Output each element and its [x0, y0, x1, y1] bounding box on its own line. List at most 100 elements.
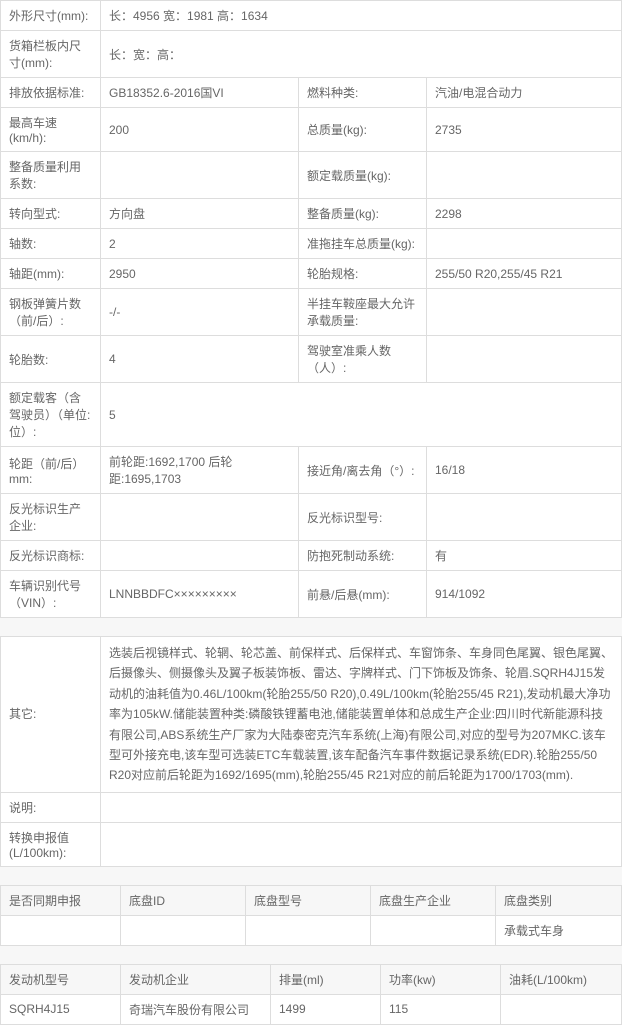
- spec-label: 轮胎规格:: [299, 259, 427, 289]
- spec-label: 总质量(kg):: [299, 108, 427, 152]
- engine-cell: 奇瑞汽车股份有限公司: [121, 994, 271, 1024]
- spec-label: 整备质量(kg):: [299, 199, 427, 229]
- table-row: 轴距(mm):2950轮胎规格:255/50 R20,255/45 R21: [1, 259, 622, 289]
- spec-label: 额定载质量(kg):: [299, 152, 427, 199]
- notes-desc-value: [101, 792, 622, 822]
- spec-value: 4: [101, 336, 299, 383]
- chassis-cell: [121, 915, 246, 945]
- engine-cell: 1499: [271, 994, 381, 1024]
- table-header-row: 是否同期申报 底盘ID 底盘型号 底盘生产企业 底盘类别: [1, 885, 622, 915]
- engine-cell: SQRH4J15: [1, 994, 121, 1024]
- spec-value: 长：4956 宽：1981 高：1634: [101, 1, 622, 31]
- spec-value: 16/18: [427, 447, 622, 494]
- spec-label: 整备质量利用系数:: [1, 152, 101, 199]
- section-gap: [0, 867, 622, 885]
- engine-hdr-power: 功率(kw): [381, 964, 501, 994]
- spec-value: 255/50 R20,255/45 R21: [427, 259, 622, 289]
- spec-label: 排放依据标准:: [1, 78, 101, 108]
- table-row: 整备质量利用系数: 额定载质量(kg):: [1, 152, 622, 199]
- notes-other-value: 选装后视镜样式、轮辋、轮芯盖、前保样式、后保样式、车窗饰条、车身同色尾翼、银色尾…: [101, 637, 622, 793]
- spec-value: LNNBBDFC×××××××××: [101, 571, 299, 618]
- spec-label: 防抱死制动系统:: [299, 541, 427, 571]
- table-row: 承载式车身: [1, 915, 622, 945]
- spec-label: 接近角/离去角（°）:: [299, 447, 427, 494]
- spec-label: 轮胎数:: [1, 336, 101, 383]
- spec-value: 有: [427, 541, 622, 571]
- spec-value: [427, 152, 622, 199]
- spec-label: 轴数:: [1, 229, 101, 259]
- table-row: 转向型式:方向盘整备质量(kg):2298: [1, 199, 622, 229]
- notes-other-label: 其它:: [1, 637, 101, 793]
- table-row: 货箱栏板内尺寸(mm):长：宽：高：: [1, 31, 622, 78]
- spec-label: 半挂车鞍座最大允许承载质量:: [299, 289, 427, 336]
- spec-value: 200: [101, 108, 299, 152]
- spec-label: 反光标识商标:: [1, 541, 101, 571]
- spec-value: 前轮距:1692,1700 后轮距:1695,1703: [101, 447, 299, 494]
- spec-label: 准拖挂车总质量(kg):: [299, 229, 427, 259]
- spec-value: [427, 229, 622, 259]
- spec-value: [427, 494, 622, 541]
- table-row: 车辆识别代号（VIN）:LNNBBDFC×××××××××前悬/后悬(mm):9…: [1, 571, 622, 618]
- spec-label: 反光标识型号:: [299, 494, 427, 541]
- spec-value: 方向盘: [101, 199, 299, 229]
- table-row: 说明:: [1, 792, 622, 822]
- spec-label: 外形尺寸(mm):: [1, 1, 101, 31]
- table-row: 反光标识生产企业: 反光标识型号:: [1, 494, 622, 541]
- chassis-cell: 承载式车身: [496, 915, 622, 945]
- table-row: 钢板弹簧片数（前/后）:-/-半挂车鞍座最大允许承载质量:: [1, 289, 622, 336]
- notes-table: 其它:选装后视镜样式、轮辋、轮芯盖、前保样式、后保样式、车窗饰条、车身同色尾翼、…: [0, 636, 622, 867]
- chassis-hdr-type: 底盘类别: [496, 885, 622, 915]
- spec-label: 驾驶室准乘人数（人）:: [299, 336, 427, 383]
- spec-label: 反光标识生产企业:: [1, 494, 101, 541]
- spec-value: 2950: [101, 259, 299, 289]
- chassis-hdr-maker: 底盘生产企业: [371, 885, 496, 915]
- spec-value: [427, 289, 622, 336]
- spec-value: [101, 494, 299, 541]
- spec-label: 前悬/后悬(mm):: [299, 571, 427, 618]
- spec-label: 最高车速(km/h):: [1, 108, 101, 152]
- table-row: 轴数:2准拖挂车总质量(kg):: [1, 229, 622, 259]
- section-gap: [0, 946, 622, 964]
- notes-desc-label: 说明:: [1, 792, 101, 822]
- spec-table: 外形尺寸(mm):长：4956 宽：1981 高：1634 货箱栏板内尺寸(mm…: [0, 0, 622, 618]
- engine-cell: [501, 994, 622, 1024]
- spec-value: 5: [101, 383, 622, 447]
- notes-fuel-value: [101, 822, 622, 866]
- spec-value: 2: [101, 229, 299, 259]
- spec-value: -/-: [101, 289, 299, 336]
- spec-label: 转向型式:: [1, 199, 101, 229]
- spec-value: 汽油/电混合动力: [427, 78, 622, 108]
- engine-cell: 115: [381, 994, 501, 1024]
- spec-label: 轴距(mm):: [1, 259, 101, 289]
- engine-table: 发动机型号 发动机企业 排量(ml) 功率(kw) 油耗(L/100km) SQ…: [0, 964, 622, 1025]
- spec-value: 2735: [427, 108, 622, 152]
- spec-value: 914/1092: [427, 571, 622, 618]
- spec-label: 车辆识别代号（VIN）:: [1, 571, 101, 618]
- table-header-row: 发动机型号 发动机企业 排量(ml) 功率(kw) 油耗(L/100km): [1, 964, 622, 994]
- spec-label: 钢板弹簧片数（前/后）:: [1, 289, 101, 336]
- table-row: 轮胎数:4驾驶室准乘人数（人）:: [1, 336, 622, 383]
- spec-value: [427, 336, 622, 383]
- spec-value: GB18352.6-2016国VI: [101, 78, 299, 108]
- table-row: 排放依据标准:GB18352.6-2016国VI燃料种类:汽油/电混合动力: [1, 78, 622, 108]
- section-gap: [0, 618, 622, 636]
- chassis-table: 是否同期申报 底盘ID 底盘型号 底盘生产企业 底盘类别 承载式车身: [0, 885, 622, 946]
- table-row: SQRH4J15 奇瑞汽车股份有限公司 1499 115: [1, 994, 622, 1024]
- spec-value: [101, 541, 299, 571]
- spec-value: 长：宽：高：: [101, 31, 622, 78]
- spec-label: 货箱栏板内尺寸(mm):: [1, 31, 101, 78]
- spec-label: 额定载客（含驾驶员）（单位:位）:: [1, 383, 101, 447]
- table-row: 反光标识商标: 防抱死制动系统:有: [1, 541, 622, 571]
- spec-value: [101, 152, 299, 199]
- chassis-hdr-id: 底盘ID: [121, 885, 246, 915]
- table-row: 轮距（前/后）mm:前轮距:1692,1700 后轮距:1695,1703接近角…: [1, 447, 622, 494]
- table-row: 最高车速(km/h):200总质量(kg):2735: [1, 108, 622, 152]
- chassis-cell: [246, 915, 371, 945]
- engine-hdr-fuel: 油耗(L/100km): [501, 964, 622, 994]
- chassis-cell: [1, 915, 121, 945]
- table-row: 转换申报值(L/100km):: [1, 822, 622, 866]
- table-row: 其它:选装后视镜样式、轮辋、轮芯盖、前保样式、后保样式、车窗饰条、车身同色尾翼、…: [1, 637, 622, 793]
- chassis-cell: [371, 915, 496, 945]
- spec-label: 燃料种类:: [299, 78, 427, 108]
- spec-value: 2298: [427, 199, 622, 229]
